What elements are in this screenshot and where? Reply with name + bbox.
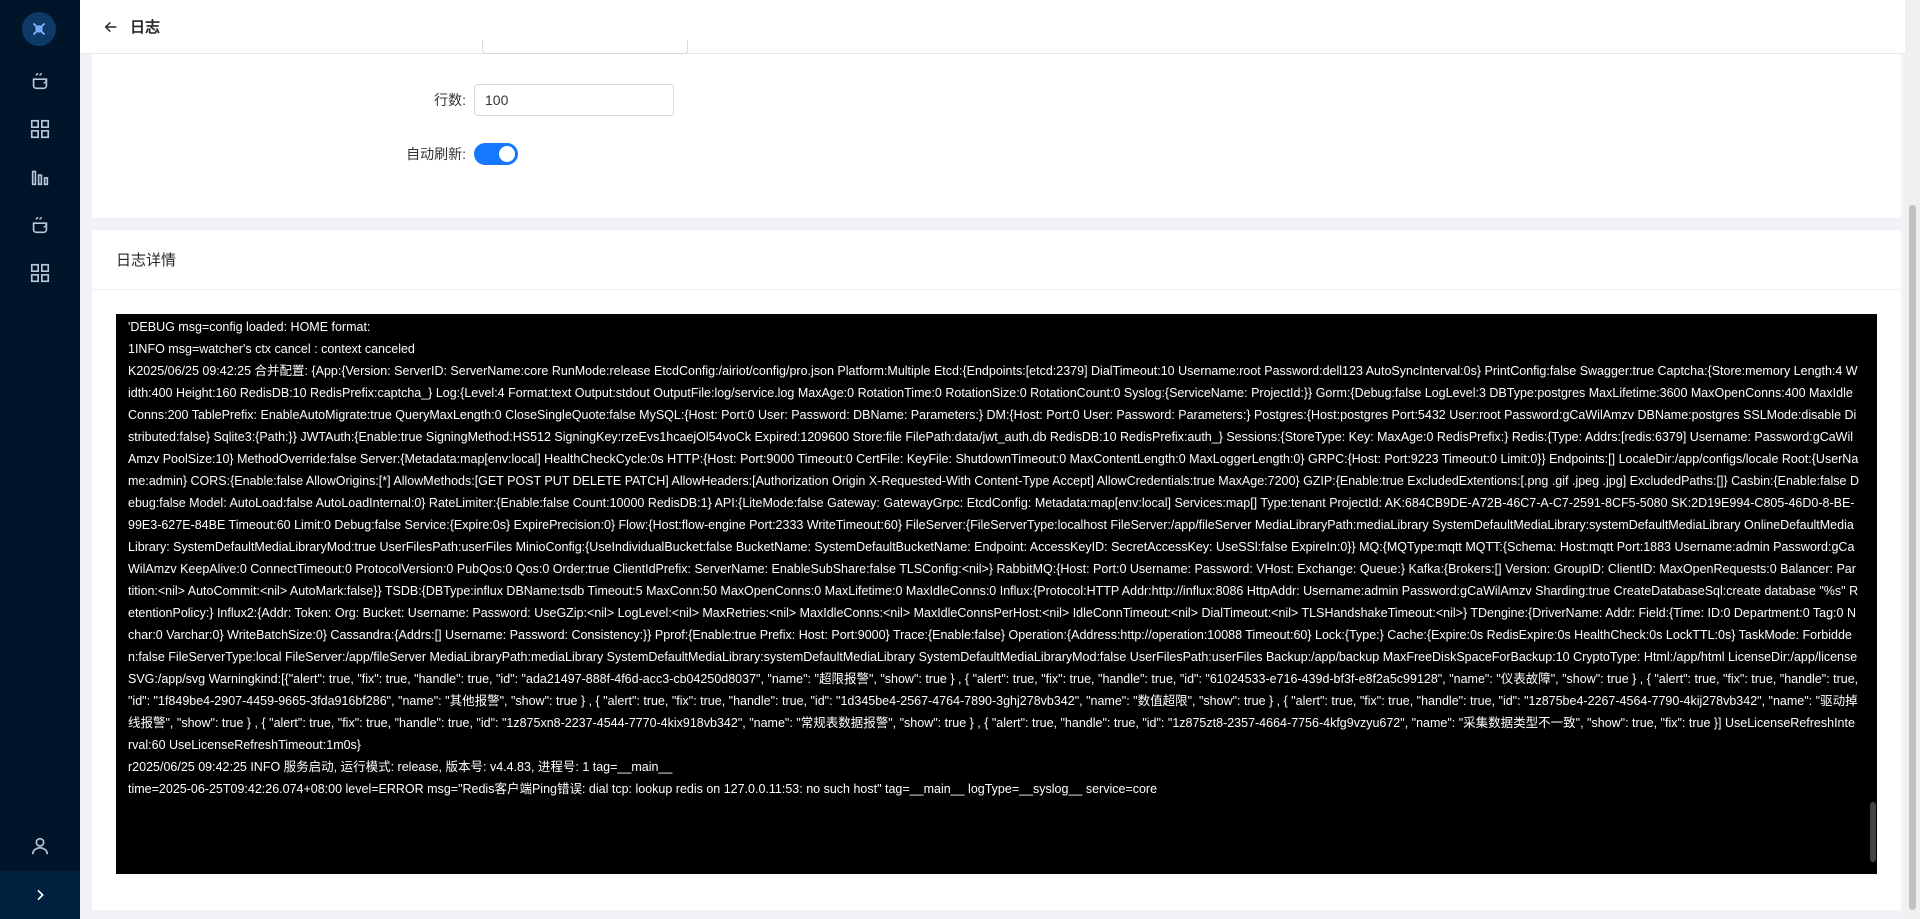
user-icon[interactable] <box>26 832 54 860</box>
page-header: 日志 <box>80 0 1920 54</box>
page-scrollbar-thumb[interactable] <box>1909 205 1916 910</box>
partial-select-field[interactable] <box>482 40 688 54</box>
log-detail-panel: 日志详情 'DEBUG msg=config loaded: HOME form… <box>92 230 1901 910</box>
log-scrollbar-thumb[interactable] <box>1870 802 1876 862</box>
auto-refresh-toggle[interactable] <box>474 143 518 165</box>
apps-grid-icon[interactable] <box>26 259 54 287</box>
log-panel-header: 日志详情 <box>92 230 1901 290</box>
bar-chart-icon[interactable] <box>26 163 54 191</box>
arrow-left-icon <box>104 21 117 32</box>
chevron-right-icon <box>37 889 44 901</box>
log-line: 'DEBUG msg=config loaded: HOME format: <box>128 320 371 334</box>
rows-form-row: 行数: <box>92 84 674 116</box>
auto-refresh-form-row: 自动刷新: <box>92 143 518 165</box>
log-panel-title: 日志详情 <box>116 252 177 269</box>
sidebar <box>0 0 80 919</box>
sidebar-expand-button[interactable] <box>0 871 80 919</box>
settings-panel: 行数: 自动刷新: <box>92 40 1901 218</box>
auto-refresh-label: 自动刷新: <box>406 146 466 162</box>
rows-input[interactable] <box>474 84 674 116</box>
log-line: 1INFO msg=watcher's ctx cancel : context… <box>128 342 415 356</box>
log-output[interactable]: 'DEBUG msg=config loaded: HOME format: 1… <box>116 314 1877 874</box>
apps-grid-icon[interactable] <box>26 115 54 143</box>
page-scrollbar[interactable] <box>1905 0 1920 919</box>
tools-logo-icon[interactable] <box>22 12 56 46</box>
rows-label: 行数: <box>434 92 466 108</box>
cloud-server-icon[interactable] <box>26 67 54 95</box>
log-line: time=2025-06-25T09:42:26.074+08:00 level… <box>128 782 1158 796</box>
cloud-server-icon[interactable] <box>26 211 54 239</box>
back-button[interactable] <box>100 16 122 38</box>
log-line: K2025/06/25 09:42:25 合并配置: {App:{Version… <box>128 364 1859 752</box>
toggle-knob <box>499 146 515 162</box>
page-title: 日志 <box>130 19 161 36</box>
log-line: r2025/06/25 09:42:25 INFO 服务启动, 运行模式: re… <box>128 760 673 774</box>
